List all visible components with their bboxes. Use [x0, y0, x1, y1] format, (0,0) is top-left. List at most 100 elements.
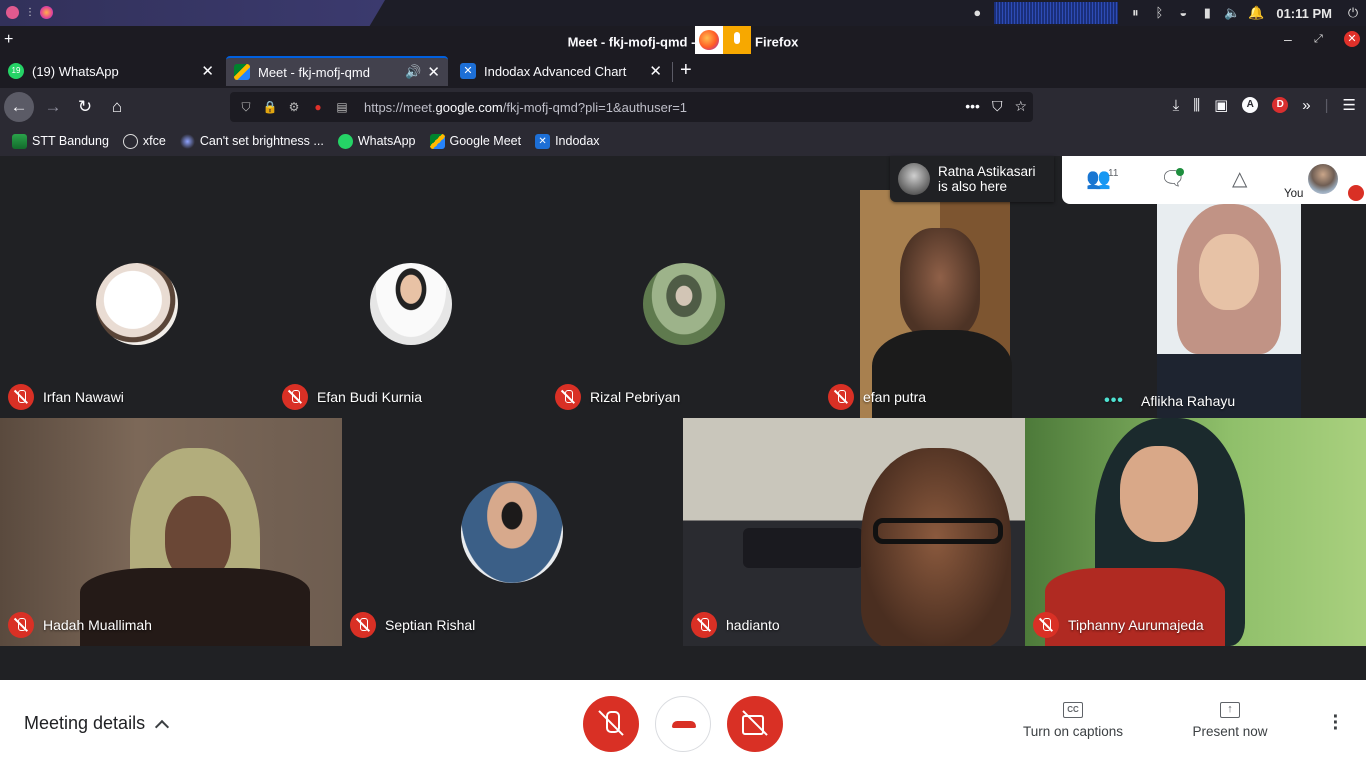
bookmark-label: WhatsApp [357, 134, 416, 148]
url-suffix: /fkj-mofj-qmd?pli=1&authuser=1 [502, 99, 688, 115]
close-tab-icon[interactable]: ✕ [201, 62, 214, 80]
pocket-icon[interactable]: ⛉ [992, 98, 1003, 115]
close-tab-icon[interactable]: ✕ [649, 62, 662, 80]
bookmark-stt-bandung[interactable]: STT Bandung [12, 133, 109, 149]
overflow-menu-icon[interactable]: » [1302, 97, 1310, 114]
whatsapp-favicon-icon: 19 [8, 63, 24, 79]
participant-avatar [643, 263, 725, 345]
meet-top-controls: 👥 11 🗨 △ You [1062, 156, 1366, 204]
os-clock[interactable]: 01:11 PM [1276, 6, 1332, 21]
home-button[interactable]: ⌂ [102, 92, 132, 122]
tracking-shield-icon[interactable]: ⛉ [238, 99, 254, 115]
tab-indodax[interactable]: ✕ Indodax Advanced Chart ✕ [452, 56, 670, 86]
wifi-icon[interactable]: ◒ [1176, 6, 1190, 20]
page-info-icon[interactable]: ▤ [334, 99, 350, 115]
participant-name: Irfan Nawawi [43, 389, 124, 405]
activities-icon[interactable]: △ [1232, 166, 1247, 191]
notification-line1: Ratna Astikasari [938, 164, 1036, 179]
record-icon[interactable]: ● [970, 6, 984, 20]
present-now-button[interactable]: ↑ Present now [1180, 702, 1280, 739]
reload-button[interactable]: ↻ [70, 92, 100, 122]
video-face [1120, 446, 1198, 542]
participant-name-row: Tiphanny Aurumajeda [1033, 612, 1204, 638]
volume-icon[interactable]: 🔈 [1224, 6, 1240, 20]
bookmark-xfce[interactable]: xfce [122, 133, 166, 149]
os-menu-icon[interactable] [6, 6, 19, 19]
bookmark-indodax[interactable]: ✕ Indodax [535, 133, 600, 149]
participant-tile[interactable]: Septian Rishal [342, 418, 683, 646]
participant-name-row: Septian Rishal [350, 612, 475, 638]
url-bar[interactable]: ⛉ 🔒 ⚙ ● ▤ https://meet.google.com/fkj-mo… [230, 92, 1033, 122]
minimize-icon[interactable]: – [1284, 31, 1292, 47]
power-icon[interactable]: ⏻ [1346, 6, 1360, 20]
window-title: Meet - fkj-mofj-qmd - Firefox [0, 26, 1366, 54]
firefox-launcher-icon[interactable] [40, 6, 53, 19]
microphone-toggle-button[interactable] [583, 696, 639, 752]
participant-name-row: ••• Aflikha Rahayu [1101, 392, 1235, 410]
url-text[interactable]: https://meet.google.com/fkj-mofj-qmd?pli… [364, 100, 687, 115]
self-view-label: You [1284, 188, 1304, 200]
bluetooth-icon[interactable]: ᛒ [1152, 6, 1166, 20]
permissions-icon[interactable]: ⚙ [286, 99, 302, 115]
mic-muted-icon [350, 612, 376, 638]
lock-icon[interactable]: 🔒 [262, 99, 278, 115]
battery-icon[interactable]: ▮ [1200, 6, 1214, 20]
library-icon[interactable]: ⫼ [1193, 97, 1200, 114]
notification-line2: is also here [938, 179, 1008, 194]
participant-tile[interactable]: hadianto [683, 418, 1025, 646]
bookmark-brightness[interactable]: Can't set brightness ... [179, 133, 324, 149]
meeting-details-button[interactable]: Meeting details [24, 713, 170, 734]
hamburger-menu-icon[interactable]: ☰ [1343, 96, 1356, 114]
bookmark-whatsapp[interactable]: WhatsApp [337, 133, 416, 149]
page-actions-icon[interactable]: ••• [965, 98, 980, 115]
participant-tile[interactable]: efan putra [820, 190, 1093, 418]
url-actions: ••• ⛉ ☆ [965, 98, 1027, 115]
participant-name: hadianto [726, 617, 780, 633]
os-top-panel: ⋮ ● ⏸ ᛒ ◒ ▮ 🔈 🔔 01:11 PM ⏻ [0, 0, 1366, 26]
maximize-icon[interactable]: ⤢ [1314, 33, 1323, 46]
sidebar-icon[interactable]: ▣ [1214, 96, 1228, 114]
forward-button[interactable]: → [38, 92, 68, 122]
forum-icon [179, 133, 195, 149]
toolbar-right: ⤓ ⫼ ▣ A D » | ☰ [1173, 96, 1356, 115]
chevron-up-icon [155, 719, 170, 734]
close-tab-icon[interactable]: ✕ [427, 63, 440, 81]
tab-whatsapp[interactable]: 19 (19) WhatsApp ✕ [0, 56, 222, 86]
account-avatar-d[interactable]: D [1272, 97, 1289, 113]
tab-meet[interactable]: Meet - fkj-mofj-qmd 🔊 ✕ [226, 56, 448, 86]
speaker-playing-icon[interactable]: 🔊 [405, 64, 421, 80]
participant-tile[interactable]: Rizal Pebriyan [547, 190, 820, 418]
captions-button[interactable]: CC Turn on captions [1015, 702, 1131, 739]
back-button[interactable]: ← [4, 92, 34, 122]
self-view-avatar[interactable] [1308, 164, 1338, 194]
participant-tile[interactable]: Tiphanny Aurumajeda [1025, 418, 1366, 646]
google-meet-icon [429, 133, 445, 149]
close-window-button[interactable]: ✕ [1344, 31, 1360, 47]
bookmark-google-meet[interactable]: Google Meet [429, 133, 521, 149]
participant-tile[interactable]: ••• Aflikha Rahayu [1093, 190, 1366, 418]
leave-call-button[interactable] [655, 696, 711, 752]
notification-bell-icon[interactable]: 🔔 [1248, 6, 1264, 20]
pause-icon[interactable]: ⏸ [1128, 6, 1142, 20]
bookmark-star-icon[interactable]: ☆ [1014, 98, 1027, 115]
downloads-icon[interactable]: ⤓ [1173, 97, 1180, 114]
google-meet-favicon-icon [234, 64, 250, 80]
audio-visualizer [994, 2, 1119, 24]
more-options-icon[interactable]: · · · [1326, 707, 1346, 739]
speaking-indicator-icon: ••• [1104, 392, 1124, 409]
participant-tile[interactable]: Efan Budi Kurnia [274, 190, 547, 418]
camera-toggle-button[interactable] [727, 696, 783, 752]
account-avatar-a[interactable]: A [1242, 97, 1259, 113]
meet-bottom-bar: Meeting details CC Turn on captions ↑ Pr… [0, 680, 1366, 768]
participant-tile[interactable]: Irfan Nawawi [0, 190, 274, 418]
window-title-left: Meet - fkj-mofj-qmd - [567, 34, 696, 50]
os-panel-launcher-area: ⋮ [0, 0, 385, 26]
video-face [861, 448, 1011, 646]
video-sofa [743, 528, 863, 568]
new-tab-button[interactable]: + [680, 60, 692, 80]
participant-name-row: hadianto [691, 612, 780, 638]
participant-tile[interactable]: Hadah Muallimah [0, 418, 342, 646]
microphone-permission-icon[interactable]: ● [310, 99, 326, 115]
participant-name: Efan Budi Kurnia [317, 389, 423, 405]
tab-separator [672, 62, 673, 82]
